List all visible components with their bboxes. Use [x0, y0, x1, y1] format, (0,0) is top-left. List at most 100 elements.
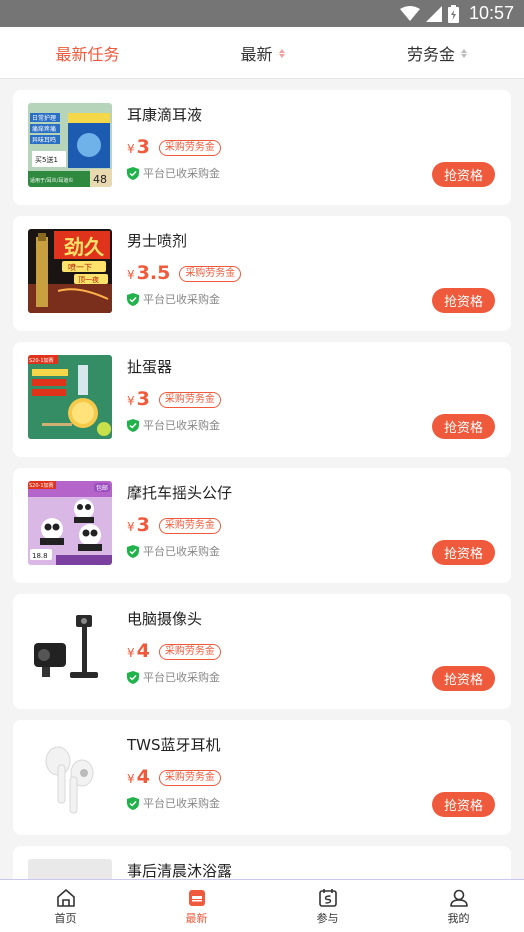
platform-notice: 平台已收采购金: [127, 417, 220, 433]
home-icon: [56, 888, 75, 907]
product-image: S20-1加赛 包邮 18.8: [28, 481, 112, 565]
new-icon: [188, 889, 205, 906]
product-card[interactable]: S20-1加赛 扯蛋器 ¥ 3 采购劳务金 平台已收采购金 抢资格: [13, 342, 511, 457]
product-name: TWS蓝牙耳机: [127, 736, 221, 754]
product-image: 劲久 喷一下 顶一夜: [28, 229, 112, 313]
filter-labor-fee-sort[interactable]: 劳务金: [350, 27, 524, 79]
labor-fee-tag: 采购劳务金: [158, 518, 221, 534]
battery-icon: [447, 4, 459, 23]
tab-newest[interactable]: 最新: [131, 880, 262, 932]
grab-qualification-button[interactable]: 抢资格: [432, 666, 495, 691]
product-card[interactable]: 劲久 喷一下 顶一夜 男士喷剂 ¥ 3.5 采购劳务金 平台已收采购金 抢资格: [13, 216, 511, 331]
platform-text: 平台已收采购金: [143, 545, 220, 558]
platform-text: 平台已收采购金: [143, 167, 220, 180]
shield-check-icon: [127, 796, 139, 810]
price-value: 3: [136, 514, 150, 536]
thumb-text: 适用于/耳炎/耳道炎: [30, 177, 73, 184]
price-value: 3.5: [136, 262, 171, 284]
price-value: 4: [136, 640, 150, 662]
sort-icon: [278, 48, 285, 58]
product-card[interactable]: 日常护理 痛痒疼痛 异味耳鸣 买5送1 适用于/耳炎/耳道炎 48 耳康滴耳液 …: [13, 90, 511, 205]
platform-text: 平台已收采购金: [143, 671, 220, 684]
platform-notice: 平台已收采购金: [127, 669, 220, 685]
thumb-text: 异味耳鸣: [32, 136, 56, 144]
filter-bar: 最新任务 最新 劳务金: [0, 27, 524, 79]
shield-check-icon: [127, 418, 139, 432]
platform-notice: 平台已收采购金: [127, 291, 220, 307]
signal-icon: [425, 5, 442, 22]
thumb-text: 痛痒疼痛: [32, 125, 56, 133]
product-image: [28, 733, 112, 817]
tab-label: 参与: [316, 911, 339, 925]
filter-latest-task[interactable]: 最新任务: [0, 27, 175, 79]
thumb-text: 18.8: [32, 552, 48, 560]
currency-symbol: ¥: [127, 520, 135, 534]
shield-check-icon: [127, 544, 139, 558]
grab-qualification-button[interactable]: 抢资格: [432, 162, 495, 187]
tab-home[interactable]: 首页: [0, 880, 131, 932]
currency-symbol: ¥: [127, 142, 135, 156]
product-name: 电脑摄像头: [127, 610, 203, 628]
grab-qualification-button[interactable]: 抢资格: [432, 540, 495, 565]
product-name: 事后清晨沐浴露: [127, 862, 233, 879]
product-image: [28, 859, 112, 879]
tab-label: 最新: [185, 911, 208, 925]
tab-label: 首页: [54, 911, 77, 925]
grab-qualification-button[interactable]: 抢资格: [432, 288, 495, 313]
thumb-text: 喷一下: [68, 262, 92, 272]
platform-text: 平台已收采购金: [143, 419, 220, 432]
status-icons: 10:57: [399, 3, 514, 24]
product-image: 日常护理 痛痒疼痛 异味耳鸣 买5送1 适用于/耳炎/耳道炎 48: [28, 103, 112, 187]
product-price: ¥ 3.5 采购劳务金: [127, 262, 242, 285]
platform-text: 平台已收采购金: [143, 293, 220, 306]
price-value: 3: [136, 136, 150, 158]
product-name: 摩托车摇头公仔: [127, 484, 233, 502]
tab-label: 我的: [447, 911, 470, 925]
price-value: 3: [136, 388, 150, 410]
product-card[interactable]: S20-1加赛 包邮 18.8 摩托车摇头公仔 ¥ 3 采购劳务金 平台已收采购…: [13, 468, 511, 583]
calendar-icon: [318, 888, 337, 907]
status-bar: 10:57: [0, 0, 524, 27]
labor-fee-tag: 采购劳务金: [158, 644, 221, 660]
tab-mine[interactable]: 我的: [393, 880, 524, 932]
filter-label: 最新任务: [55, 45, 120, 64]
platform-text: 平台已收采购金: [143, 797, 220, 810]
shield-check-icon: [127, 670, 139, 684]
product-price: ¥ 4 采购劳务金: [127, 640, 221, 663]
thumb-text: 买5送1: [35, 155, 58, 164]
product-list: 日常护理 痛痒疼痛 异味耳鸣 买5送1 适用于/耳炎/耳道炎 48 耳康滴耳液 …: [0, 79, 524, 879]
product-name: 耳康滴耳液: [127, 106, 203, 124]
product-name: 男士喷剂: [127, 232, 188, 250]
currency-symbol: ¥: [127, 646, 135, 660]
labor-fee-tag: 采购劳务金: [158, 770, 221, 786]
user-icon: [449, 889, 468, 907]
grab-qualification-button[interactable]: 抢资格: [432, 792, 495, 817]
labor-fee-tag: 采购劳务金: [179, 266, 242, 282]
grab-qualification-button[interactable]: 抢资格: [432, 414, 495, 439]
wifi-icon: [399, 5, 420, 22]
product-card[interactable]: 电脑摄像头 ¥ 4 采购劳务金 平台已收采购金 抢资格: [13, 594, 511, 709]
thumb-text: 包邮: [96, 484, 108, 492]
sort-icon: [461, 48, 467, 58]
currency-symbol: ¥: [127, 394, 135, 408]
currency-symbol: ¥: [127, 268, 135, 282]
thumb-text: S20-1加赛: [29, 357, 54, 364]
product-price: ¥ 3 采购劳务金: [127, 136, 221, 159]
thumb-text: 日常护理: [32, 114, 56, 122]
shield-check-icon: [127, 166, 139, 180]
filter-newest-sort[interactable]: 最新: [175, 27, 350, 79]
bottom-tab-bar: 首页 最新 参与 我的: [0, 879, 524, 932]
product-name: 扯蛋器: [127, 358, 173, 376]
product-price: ¥ 4 采购劳务金: [127, 766, 221, 789]
tab-participate[interactable]: 参与: [262, 880, 393, 932]
product-image: S20-1加赛: [28, 355, 112, 439]
product-card[interactable]: TWS蓝牙耳机 ¥ 4 采购劳务金 平台已收采购金 抢资格: [13, 720, 511, 835]
product-image: [28, 607, 112, 691]
currency-symbol: ¥: [127, 772, 135, 786]
labor-fee-tag: 采购劳务金: [158, 140, 221, 156]
thumb-text: S20-1加赛: [29, 482, 54, 489]
thumb-text: 48: [93, 173, 107, 186]
product-price: ¥ 3 采购劳务金: [127, 388, 221, 411]
filter-label: 劳务金: [406, 45, 455, 64]
product-card[interactable]: 事后清晨沐浴露: [13, 846, 511, 879]
